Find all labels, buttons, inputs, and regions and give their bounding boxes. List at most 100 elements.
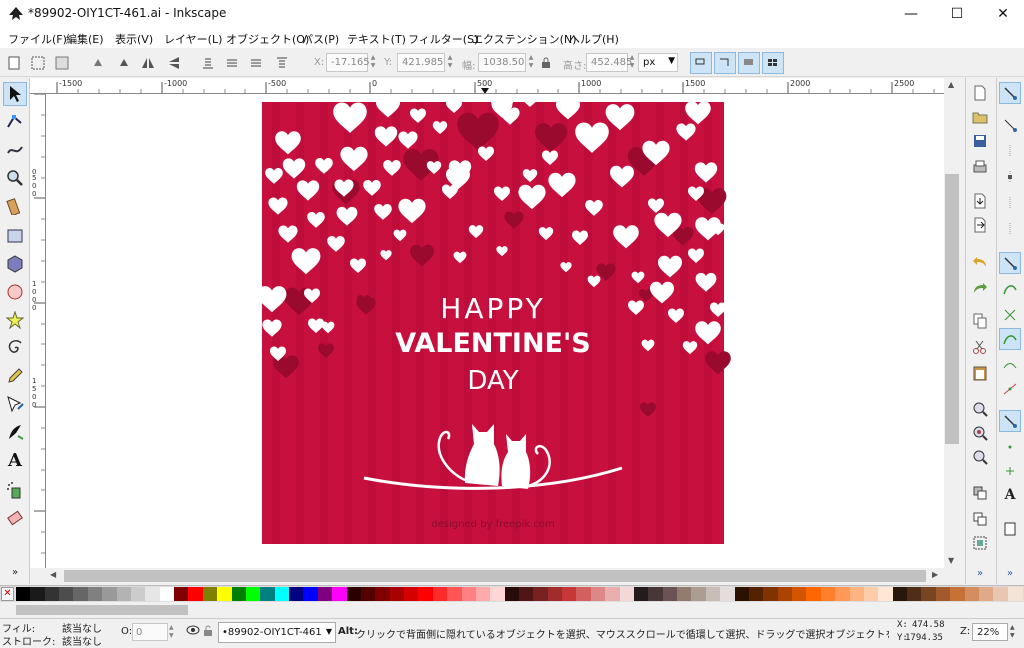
width-spinner[interactable]: ▲ ▼ bbox=[527, 54, 535, 71]
lock-icon[interactable] bbox=[536, 53, 556, 73]
print-icon[interactable] bbox=[969, 156, 991, 178]
menu-filters[interactable]: フィルター(S) bbox=[408, 31, 478, 47]
layer-lock-icon[interactable] bbox=[203, 625, 213, 640]
maximize-button[interactable]: ☐ bbox=[934, 0, 980, 28]
zoom-page-icon[interactable] bbox=[969, 446, 991, 468]
color-swatch[interactable] bbox=[303, 587, 319, 601]
snap-bbox-edge-icon[interactable] bbox=[999, 140, 1021, 162]
tweak-tool-icon[interactable] bbox=[3, 138, 27, 162]
raise-icon[interactable] bbox=[246, 53, 266, 73]
color-swatch[interactable] bbox=[130, 587, 146, 601]
duplicate-icon[interactable] bbox=[969, 482, 991, 504]
text-tool-icon[interactable]: A bbox=[3, 448, 27, 472]
clone-icon[interactable] bbox=[969, 508, 991, 530]
horizontal-scroll-thumb[interactable] bbox=[64, 570, 926, 582]
menu-layer[interactable]: レイヤー(L) bbox=[164, 31, 222, 47]
scroll-left-icon[interactable]: ◀ bbox=[50, 570, 56, 579]
measure-tool-icon[interactable] bbox=[3, 194, 27, 218]
color-swatch[interactable] bbox=[59, 587, 75, 601]
layer-select[interactable]: •89902-OIY1CT-461 ▼ bbox=[218, 622, 336, 643]
color-swatch[interactable] bbox=[633, 587, 649, 601]
snap-midpoint-icon[interactable] bbox=[999, 378, 1021, 400]
color-swatch[interactable] bbox=[317, 587, 333, 601]
color-swatch[interactable] bbox=[705, 587, 721, 601]
redo-icon[interactable] bbox=[969, 276, 991, 298]
node-tool-icon[interactable] bbox=[3, 110, 27, 134]
artwork-day-text[interactable]: DAY bbox=[262, 366, 724, 396]
stroke-value[interactable]: 該当なし bbox=[62, 633, 102, 648]
horizontal-ruler[interactable]: -1500 -1000 -500 0 500 1000 1500 2000 25… bbox=[30, 78, 944, 94]
new-document-icon[interactable] bbox=[969, 82, 991, 104]
zoom-selection-icon[interactable] bbox=[969, 398, 991, 420]
menu-extensions[interactable]: エクステンション(N) bbox=[472, 31, 576, 47]
unit-select[interactable]: px ▼ bbox=[638, 53, 678, 72]
color-swatch[interactable] bbox=[964, 587, 980, 601]
selector-tool-icon[interactable] bbox=[3, 82, 27, 106]
color-swatch[interactable] bbox=[677, 587, 693, 601]
color-swatch[interactable] bbox=[116, 587, 132, 601]
color-swatch[interactable] bbox=[993, 587, 1009, 601]
minimize-button[interactable]: — bbox=[888, 0, 934, 28]
color-swatch[interactable] bbox=[691, 587, 707, 601]
color-swatch[interactable] bbox=[475, 587, 491, 601]
color-swatch[interactable] bbox=[490, 587, 506, 601]
color-swatch[interactable] bbox=[547, 587, 563, 601]
snap-cusp-icon[interactable] bbox=[999, 328, 1021, 350]
menu-text[interactable]: テキスト(T) bbox=[347, 31, 406, 47]
color-swatch[interactable] bbox=[346, 587, 362, 601]
color-swatch[interactable] bbox=[332, 587, 348, 601]
color-swatch[interactable] bbox=[921, 587, 937, 601]
color-swatch[interactable] bbox=[950, 587, 966, 601]
color-swatch[interactable] bbox=[30, 587, 46, 601]
color-swatch[interactable] bbox=[102, 587, 118, 601]
snap-path-icon[interactable] bbox=[999, 278, 1021, 300]
vertical-ruler[interactable]: 0 500 1000 1500 bbox=[30, 94, 46, 568]
color-swatch[interactable] bbox=[145, 587, 161, 601]
layer-visibility-icon[interactable] bbox=[186, 625, 200, 638]
ellipse-tool-icon[interactable] bbox=[3, 280, 27, 304]
import-icon[interactable] bbox=[969, 190, 991, 212]
color-swatch[interactable] bbox=[648, 587, 664, 601]
color-swatch[interactable] bbox=[159, 587, 175, 601]
color-swatch[interactable] bbox=[274, 587, 290, 601]
menu-edit[interactable]: 編集(E) bbox=[66, 31, 104, 47]
snap-bbox-center-icon[interactable] bbox=[999, 218, 1021, 240]
color-swatch[interactable] bbox=[289, 587, 305, 601]
raise-to-top-icon[interactable] bbox=[272, 53, 292, 73]
snap-bbox-icon[interactable] bbox=[999, 114, 1021, 136]
lower-icon[interactable] bbox=[222, 53, 242, 73]
vertical-scrollbar[interactable]: ▲ ▼ bbox=[944, 78, 961, 568]
y-spinner[interactable]: ▲ ▼ bbox=[446, 54, 454, 71]
width-field[interactable]: 1038.50 bbox=[478, 53, 526, 72]
color-swatch[interactable] bbox=[504, 587, 520, 601]
color-swatch[interactable] bbox=[907, 587, 923, 601]
flip-horizontal-icon[interactable] bbox=[138, 53, 158, 73]
flip-vertical-icon[interactable] bbox=[164, 53, 184, 73]
zoom-drawing-icon[interactable] bbox=[969, 422, 991, 444]
color-swatch[interactable] bbox=[748, 587, 764, 601]
toolbox-more-icon[interactable]: » bbox=[3, 560, 27, 584]
snap-page-icon[interactable] bbox=[999, 518, 1021, 540]
color-swatch[interactable] bbox=[806, 587, 822, 601]
select-all-icon[interactable] bbox=[4, 53, 24, 73]
color-swatch[interactable] bbox=[260, 587, 276, 601]
color-swatch[interactable] bbox=[533, 587, 549, 601]
height-spinner[interactable]: ▲ ▼ bbox=[628, 54, 636, 71]
color-swatch[interactable] bbox=[792, 587, 808, 601]
color-swatch[interactable] bbox=[590, 587, 606, 601]
color-swatch[interactable] bbox=[978, 587, 994, 601]
color-swatch[interactable] bbox=[418, 587, 434, 601]
color-swatch[interactable] bbox=[404, 587, 420, 601]
color-swatch[interactable] bbox=[849, 587, 865, 601]
transform-gradients-button[interactable] bbox=[738, 52, 760, 74]
menu-help[interactable]: ヘルプ(H) bbox=[569, 31, 619, 47]
rectangle-tool-icon[interactable] bbox=[3, 224, 27, 248]
x-field[interactable]: -17.165 bbox=[326, 53, 370, 72]
color-swatch[interactable] bbox=[519, 587, 534, 601]
color-swatch[interactable] bbox=[44, 587, 60, 601]
snap-bbox-midpoint-icon[interactable] bbox=[999, 192, 1021, 214]
snap-toggle-icon[interactable] bbox=[999, 82, 1021, 104]
color-swatch[interactable] bbox=[734, 587, 750, 601]
color-swatch[interactable] bbox=[360, 587, 376, 601]
menu-file[interactable]: ファイル(F) bbox=[8, 31, 67, 47]
